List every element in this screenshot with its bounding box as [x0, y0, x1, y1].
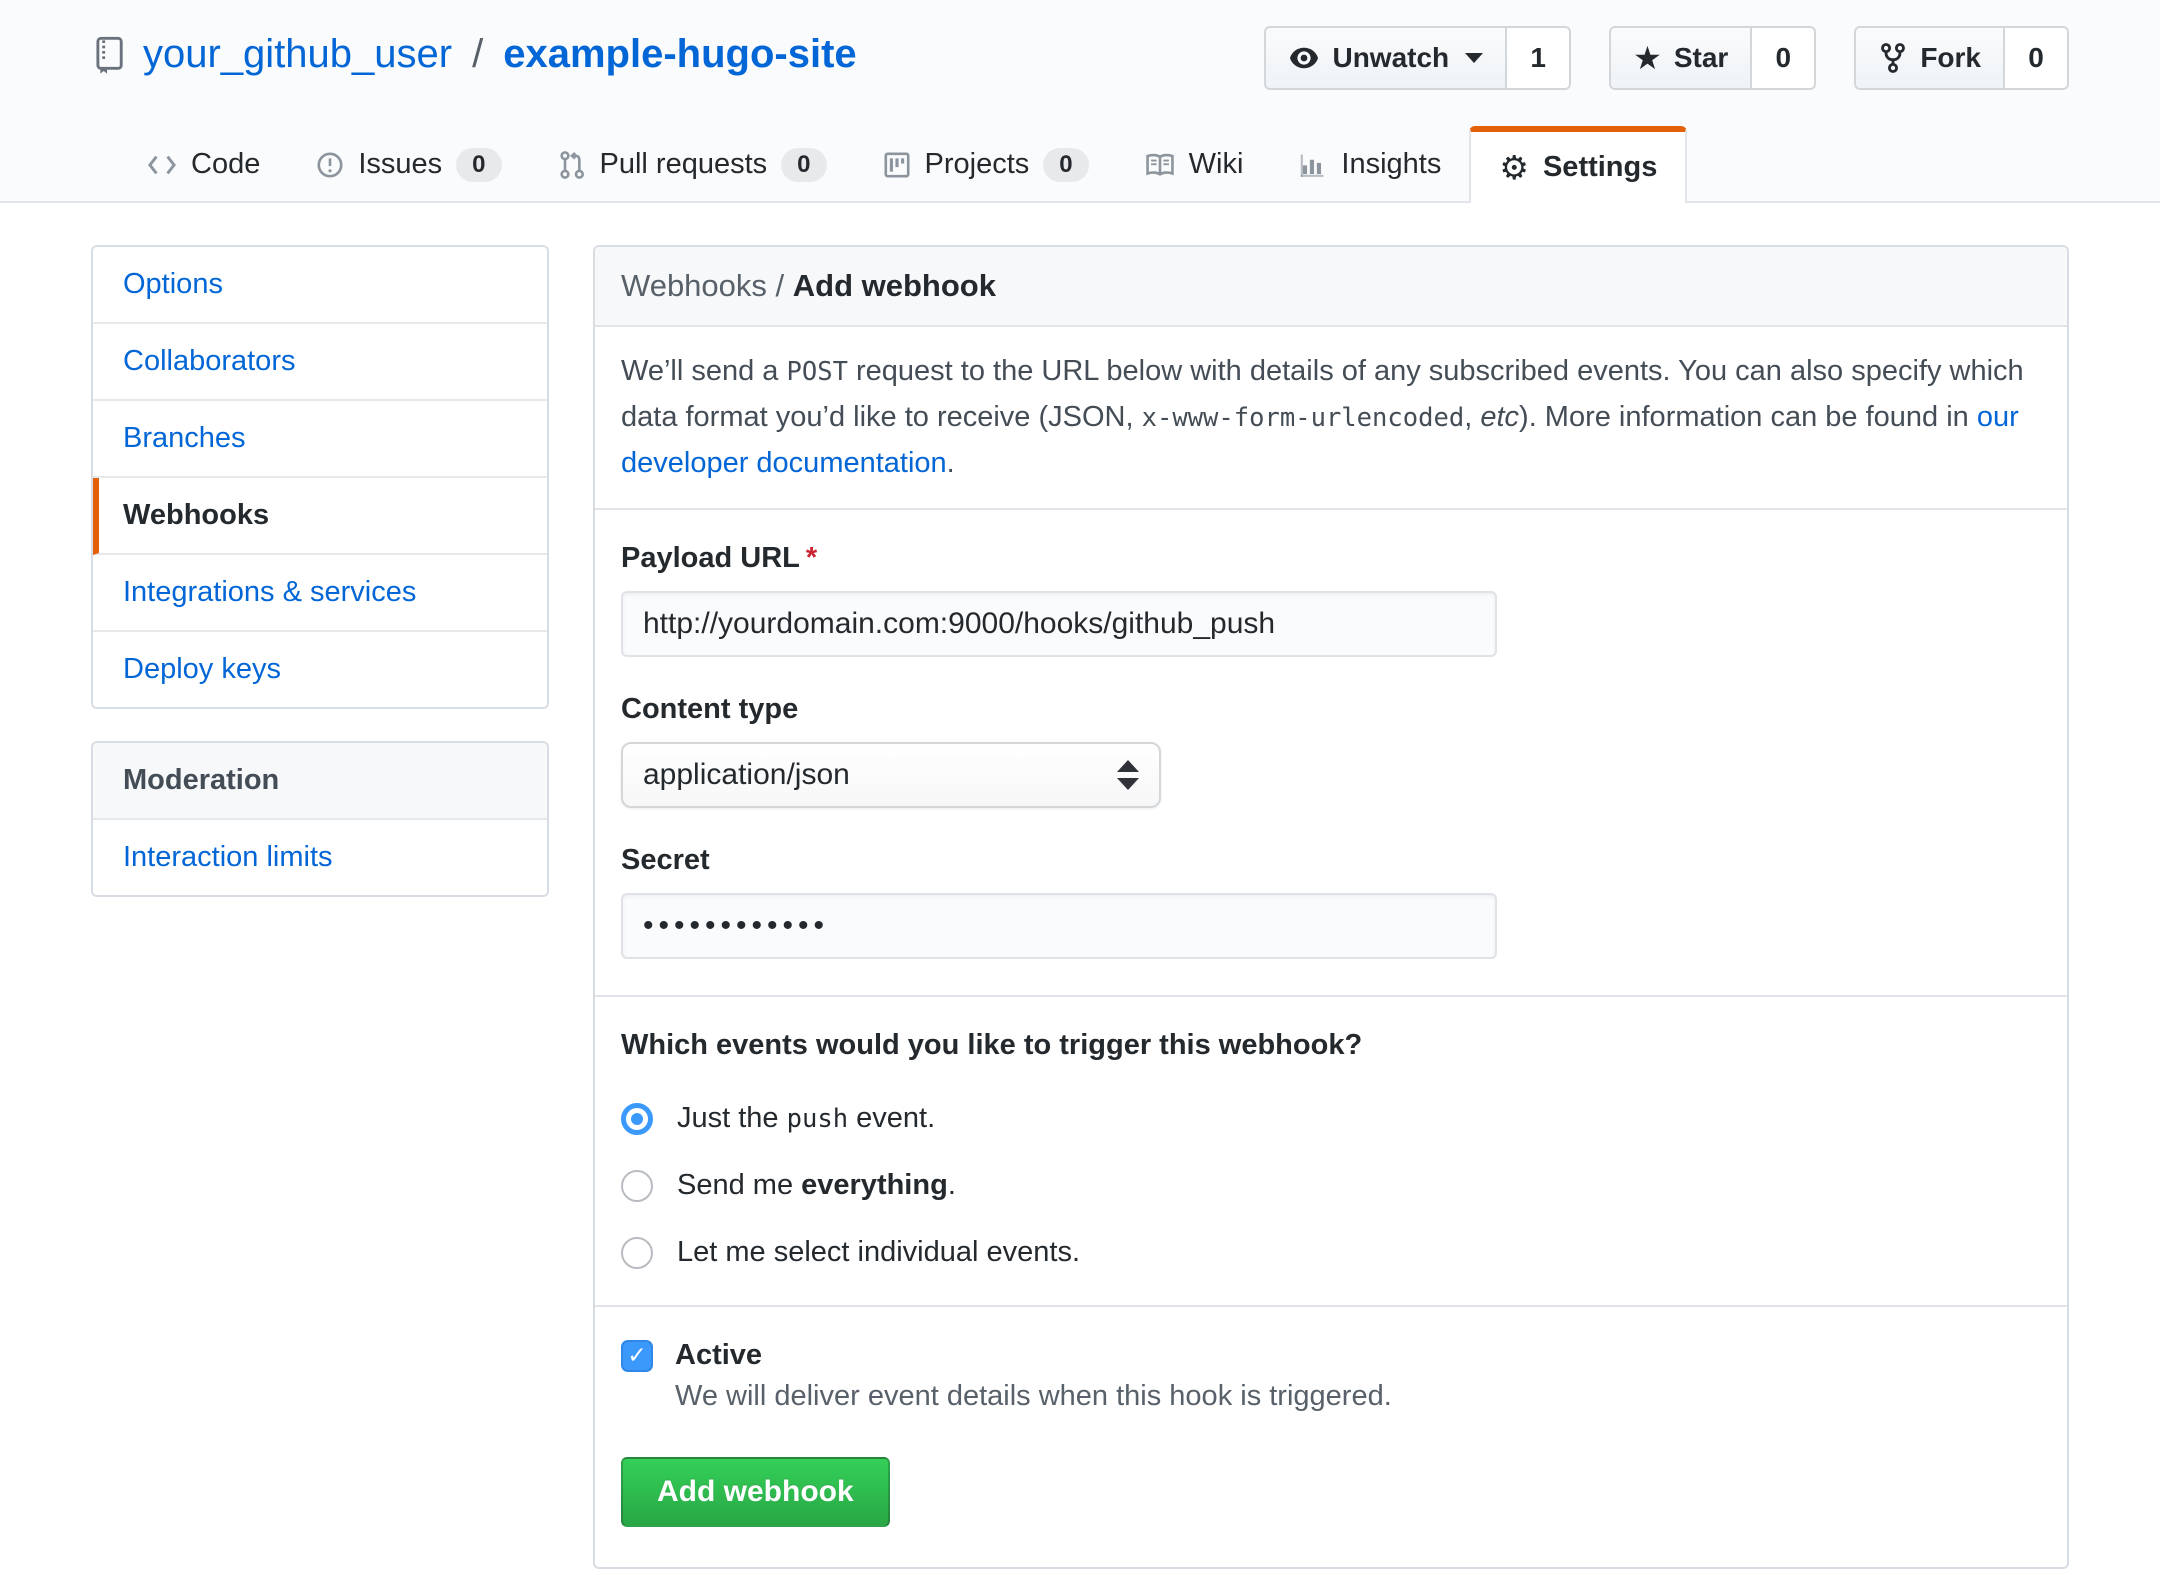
pull-requests-counter: 0 [781, 148, 826, 182]
sidebar-item-integrations-services[interactable]: Integrations & services [93, 555, 547, 632]
tab-code[interactable]: Code [119, 126, 288, 203]
code-icon [147, 152, 177, 178]
repo-separator: / [468, 32, 487, 77]
tab-label: Wiki [1189, 148, 1244, 181]
add-webhook-panel: Webhooks / Add webhook We’ll send a POST… [593, 245, 2069, 1569]
sidebar-item-branches[interactable]: Branches [93, 401, 547, 478]
payload-url-label: Payload URL* [621, 542, 2041, 575]
watch-group: Unwatch 1 [1264, 26, 1571, 90]
fork-label: Fork [1920, 42, 1981, 74]
moderation-menu: Moderation Interaction limits [91, 741, 549, 897]
unwatch-button[interactable]: Unwatch [1264, 26, 1507, 90]
sidebar-item-collaborators[interactable]: Collaborators [93, 324, 547, 401]
sidebar-item-options[interactable]: Options [93, 247, 547, 324]
star-icon: ★ [1633, 42, 1662, 74]
fork-count[interactable]: 0 [2005, 26, 2069, 90]
settings-sidebar: Options Collaborators Branches Webhooks … [91, 245, 549, 1569]
radio-label: Send me everything. [677, 1169, 956, 1202]
secret-input[interactable] [621, 893, 1497, 959]
content-type-select[interactable]: application/json [621, 742, 1161, 808]
tab-label: Projects [925, 148, 1030, 181]
star-label: Star [1674, 42, 1728, 74]
required-asterisk: * [806, 542, 817, 574]
checkbox-checked-icon[interactable]: ✓ [621, 1340, 653, 1372]
radio-individual-events[interactable]: Let me select individual events. [621, 1236, 2041, 1269]
breadcrumb-separator: / [767, 268, 793, 303]
page-title: Add webhook [793, 268, 996, 303]
pull-request-icon [558, 150, 586, 180]
secret-label: Secret [621, 844, 2041, 877]
star-count[interactable]: 0 [1752, 26, 1816, 90]
breadcrumb: Webhooks / Add webhook [595, 247, 2067, 327]
watch-count[interactable]: 1 [1507, 26, 1571, 90]
unwatch-label: Unwatch [1332, 42, 1449, 74]
projects-counter: 0 [1043, 148, 1088, 182]
events-heading: Which events would you like to trigger t… [621, 1029, 2041, 1062]
select-arrows-icon [1117, 760, 1139, 790]
content-type-value: application/json [643, 758, 850, 792]
breadcrumb-webhooks[interactable]: Webhooks [621, 268, 767, 303]
fork-icon [1878, 42, 1908, 74]
tab-wiki[interactable]: Wiki [1117, 126, 1272, 203]
active-section: ✓ Active We will deliver event details w… [595, 1307, 2067, 1567]
tab-pull-requests[interactable]: Pull requests 0 [530, 126, 855, 203]
moderation-heading: Moderation [93, 743, 547, 820]
radio-label: Just the push event. [677, 1102, 935, 1135]
radio-just-push-event[interactable]: Just the push event. [621, 1102, 2041, 1135]
settings-menu: Options Collaborators Branches Webhooks … [91, 245, 549, 709]
tab-issues[interactable]: Issues 0 [288, 126, 529, 203]
radio-send-everything[interactable]: Send me everything. [621, 1169, 2041, 1202]
sidebar-item-deploy-keys[interactable]: Deploy keys [93, 632, 547, 707]
radio-label: Let me select individual events. [677, 1236, 1080, 1269]
payload-url-input[interactable] [621, 591, 1497, 657]
tab-insights[interactable]: Insights [1271, 126, 1469, 203]
radio-selected-icon[interactable] [621, 1103, 653, 1135]
project-icon [883, 151, 911, 179]
active-label: Active [675, 1339, 762, 1372]
tab-label: Issues [358, 148, 442, 181]
tab-label: Code [191, 148, 260, 181]
repo-title: your_github_user / example-hugo-site [91, 32, 857, 77]
radio-unselected-icon[interactable] [621, 1237, 653, 1269]
webhook-description: We’ll send a POST request to the URL bel… [595, 327, 2067, 510]
active-description: We will deliver event details when this … [675, 1380, 2041, 1413]
repo-header: your_github_user / example-hugo-site [0, 0, 2160, 203]
content-type-label: Content type [621, 693, 2041, 726]
sidebar-item-webhooks[interactable]: Webhooks [93, 478, 547, 555]
add-webhook-button[interactable]: Add webhook [621, 1457, 890, 1527]
repo-owner-link[interactable]: your_github_user [143, 32, 452, 77]
sidebar-item-interaction-limits[interactable]: Interaction limits [93, 820, 547, 895]
eye-icon [1288, 42, 1320, 74]
repo-icon [91, 35, 127, 75]
repo-tabs: Code Issues 0 Pull requests 0 [119, 126, 2069, 203]
fork-group: Fork 0 [1854, 26, 2069, 90]
issues-counter: 0 [456, 148, 501, 182]
repo-name-link[interactable]: example-hugo-site [503, 32, 856, 77]
repo-social-actions: Unwatch 1 ★ Star 0 [1264, 26, 2069, 90]
fork-button[interactable]: Fork [1854, 26, 2005, 90]
graph-icon [1299, 151, 1327, 179]
active-toggle-row[interactable]: ✓ Active [621, 1339, 2041, 1372]
star-group: ★ Star 0 [1609, 26, 1816, 90]
tab-projects[interactable]: Projects 0 [855, 126, 1117, 203]
events-section: Which events would you like to trigger t… [595, 997, 2067, 1307]
tab-label: Settings [1543, 151, 1657, 184]
webhook-form: Payload URL* Content type application/js… [595, 510, 2067, 997]
radio-unselected-icon[interactable] [621, 1170, 653, 1202]
tab-settings[interactable]: ⚙ Settings [1469, 126, 1687, 203]
issue-icon [316, 151, 344, 179]
star-button[interactable]: ★ Star [1609, 26, 1752, 90]
gear-icon: ⚙ [1499, 151, 1529, 184]
tab-label: Insights [1341, 148, 1441, 181]
tab-label: Pull requests [600, 148, 768, 181]
book-icon [1145, 152, 1175, 178]
caret-down-icon [1465, 53, 1483, 63]
